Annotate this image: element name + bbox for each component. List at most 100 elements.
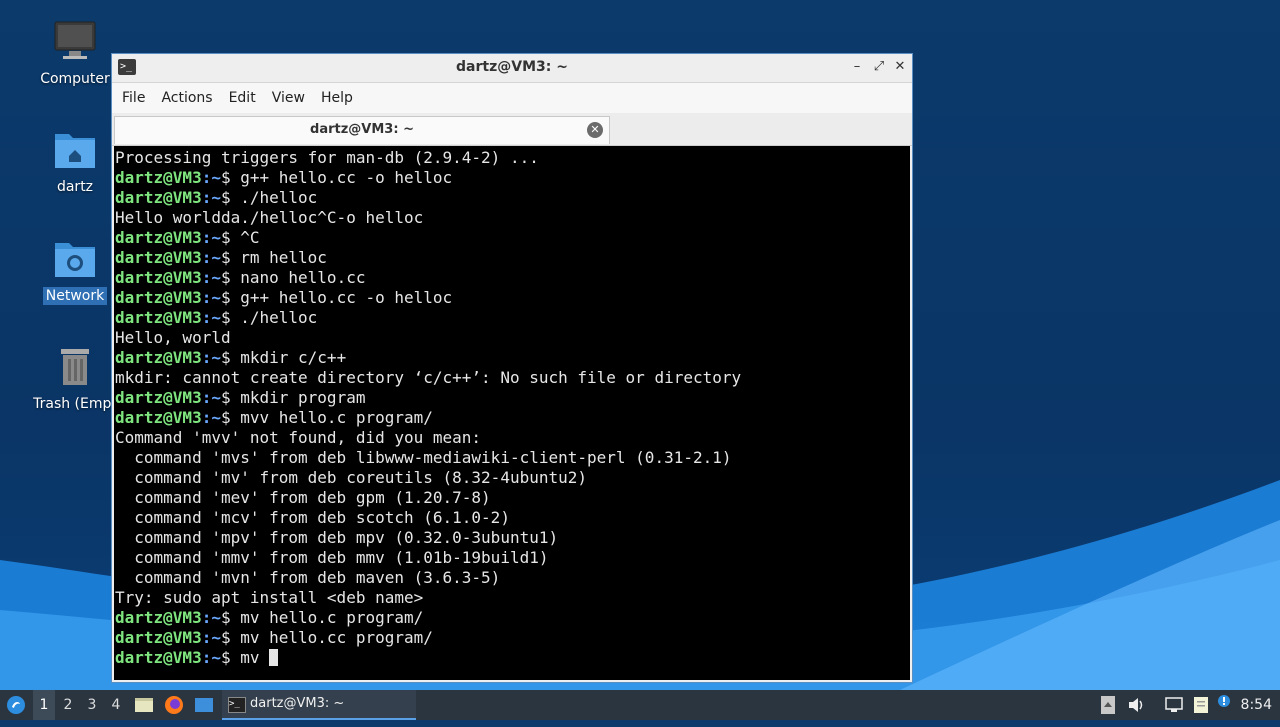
network-folder-icon bbox=[53, 237, 97, 281]
prompt-user: dartz@VM3 bbox=[115, 248, 202, 267]
computer-icon bbox=[53, 20, 97, 64]
prompt-symbol: $ bbox=[220, 648, 241, 667]
command-text: mkdir program bbox=[240, 388, 366, 407]
terminal-line: dartz@VM3:~$ ^C bbox=[115, 228, 910, 248]
prompt-path: :~ bbox=[201, 408, 221, 427]
command-text: ^C bbox=[240, 228, 260, 247]
menu-edit[interactable]: Edit bbox=[221, 90, 264, 106]
prompt-path: :~ bbox=[201, 608, 221, 627]
terminal-line: command 'mcv' from deb scotch (6.1.0-2) bbox=[115, 508, 910, 528]
terminal-line: dartz@VM3:~$ nano hello.cc bbox=[115, 268, 910, 288]
window-title: dartz@VM3: ~ bbox=[456, 59, 568, 75]
terminal-task-icon: >_ bbox=[228, 697, 246, 713]
network-tray-icon[interactable] bbox=[1163, 690, 1185, 720]
output-text: Hello worldda./helloc^C-o helloc bbox=[115, 208, 424, 227]
desktop-icon-home[interactable]: dartz bbox=[27, 128, 123, 196]
prompt-symbol: $ bbox=[220, 628, 241, 647]
prompt-symbol: $ bbox=[220, 188, 241, 207]
terminal-line: Hello, world bbox=[115, 328, 910, 348]
prompt-user: dartz@VM3 bbox=[115, 228, 202, 247]
maximize-button[interactable]: ⤢ bbox=[870, 58, 888, 76]
terminal-tab[interactable]: dartz@VM3: ~ ✕ bbox=[114, 116, 610, 144]
clock: 8:54 bbox=[1240, 697, 1272, 713]
terminal-line: dartz@VM3:~$ rm helloc bbox=[115, 248, 910, 268]
show-desktop-icon[interactable] bbox=[193, 690, 215, 720]
desktop-icon-trash[interactable]: Trash (Empt bbox=[27, 345, 123, 413]
taskbar-task-terminal[interactable]: >_ dartz@VM3: ~ bbox=[222, 690, 416, 720]
prompt-path: :~ bbox=[201, 168, 221, 187]
menu-actions[interactable]: Actions bbox=[153, 90, 220, 106]
firefox-icon[interactable] bbox=[163, 690, 185, 720]
output-text: command 'mvs' from deb libwww-mediawiki-… bbox=[115, 448, 732, 467]
menu-help[interactable]: Help bbox=[313, 90, 361, 106]
prompt-symbol: $ bbox=[220, 228, 241, 247]
output-text: command 'mcv' from deb scotch (6.1.0-2) bbox=[115, 508, 510, 527]
tab-close-icon[interactable]: ✕ bbox=[587, 122, 603, 138]
prompt-user: dartz@VM3 bbox=[115, 268, 202, 287]
desktop-icon-label: dartz bbox=[56, 179, 94, 195]
output-text: command 'mpv' from deb mpv (0.32.0-3ubun… bbox=[115, 528, 559, 547]
tray-arrow-icon[interactable] bbox=[1099, 690, 1117, 720]
prompt-user: dartz@VM3 bbox=[115, 608, 202, 627]
terminal-line: command 'mmv' from deb mmv (1.01b-19buil… bbox=[115, 548, 910, 568]
prompt-path: :~ bbox=[201, 628, 221, 647]
desktop-icon-label: Trash (Empt bbox=[33, 396, 117, 412]
prompt-user: dartz@VM3 bbox=[115, 308, 202, 327]
terminal-line: Processing triggers for man-db (2.9.4-2)… bbox=[115, 148, 910, 168]
output-text: Command 'mvv' not found, did you mean: bbox=[115, 428, 482, 447]
prompt-user: dartz@VM3 bbox=[115, 628, 202, 647]
terminal-line: dartz@VM3:~$ mkdir program bbox=[115, 388, 910, 408]
command-text: mvv hello.c program/ bbox=[240, 408, 433, 427]
tab-title: dartz@VM3: ~ bbox=[310, 122, 414, 137]
prompt-path: :~ bbox=[201, 248, 221, 267]
menu-bar: File Actions Edit View Help bbox=[112, 83, 912, 113]
prompt-symbol: $ bbox=[220, 608, 241, 627]
output-text: command 'mv' from deb coreutils (8.32-4u… bbox=[115, 468, 588, 487]
terminal-line: command 'mv' from deb coreutils (8.32-4u… bbox=[115, 468, 910, 488]
volume-icon[interactable] bbox=[1126, 690, 1148, 720]
taskbar: 1 2 3 4 >_ dartz@VM3: ~ 8:54 bbox=[0, 690, 1280, 720]
command-text: ./helloc bbox=[240, 308, 318, 327]
terminal-line: command 'mpv' from deb mpv (0.32.0-3ubun… bbox=[115, 528, 910, 548]
output-text: command 'mvn' from deb maven (3.6.3-5) bbox=[115, 568, 501, 587]
output-text: mkdir: cannot create directory ‘c/c++’: … bbox=[115, 368, 742, 387]
terminal-line: command 'mev' from deb gpm (1.20.7-8) bbox=[115, 488, 910, 508]
prompt-symbol: $ bbox=[220, 348, 241, 367]
terminal-output[interactable]: Processing triggers for man-db (2.9.4-2)… bbox=[114, 146, 910, 680]
workspace-1[interactable]: 1 bbox=[33, 690, 55, 720]
terminal-line: Command 'mvv' not found, did you mean: bbox=[115, 428, 910, 448]
terminal-window: >_ dartz@VM3: ~ – ⤢ ✕ File Actions Edit … bbox=[111, 53, 913, 683]
prompt-path: :~ bbox=[201, 308, 221, 327]
terminal-line: mkdir: cannot create directory ‘c/c++’: … bbox=[115, 368, 910, 388]
workspace-2[interactable]: 2 bbox=[57, 690, 79, 720]
clipboard-icon[interactable] bbox=[1190, 690, 1212, 720]
command-text: mv hello.cc program/ bbox=[240, 628, 433, 647]
menu-view[interactable]: View bbox=[264, 90, 313, 106]
command-text: g++ hello.cc -o helloc bbox=[240, 288, 453, 307]
prompt-user: dartz@VM3 bbox=[115, 648, 202, 667]
minimize-button[interactable]: – bbox=[848, 58, 866, 76]
terminal-line: dartz@VM3:~$ mv hello.c program/ bbox=[115, 608, 910, 628]
close-button[interactable]: ✕ bbox=[891, 58, 909, 76]
menu-file[interactable]: File bbox=[114, 90, 153, 106]
terminal-line: dartz@VM3:~$ ./helloc bbox=[115, 188, 910, 208]
window-titlebar[interactable]: >_ dartz@VM3: ~ – ⤢ ✕ bbox=[112, 54, 912, 83]
prompt-symbol: $ bbox=[220, 248, 241, 267]
workspace-4[interactable]: 4 bbox=[105, 690, 127, 720]
update-notifier-icon[interactable] bbox=[1215, 690, 1233, 720]
desktop-icon-label: Computer bbox=[40, 71, 110, 87]
desktop-icon-network[interactable]: Network bbox=[27, 237, 123, 305]
command-text: rm helloc bbox=[240, 248, 327, 267]
command-text: mv hello.c program/ bbox=[240, 608, 424, 627]
text-cursor bbox=[269, 649, 279, 666]
prompt-user: dartz@VM3 bbox=[115, 388, 202, 407]
command-text: ./helloc bbox=[240, 188, 318, 207]
desktop-icon-computer[interactable]: Computer bbox=[27, 20, 123, 88]
prompt-user: dartz@VM3 bbox=[115, 188, 202, 207]
prompt-path: :~ bbox=[201, 388, 221, 407]
file-manager-icon[interactable] bbox=[133, 690, 155, 720]
workspace-3[interactable]: 3 bbox=[81, 690, 103, 720]
output-text: Hello, world bbox=[115, 328, 231, 347]
start-menu-icon[interactable] bbox=[4, 690, 28, 720]
prompt-path: :~ bbox=[201, 648, 221, 667]
